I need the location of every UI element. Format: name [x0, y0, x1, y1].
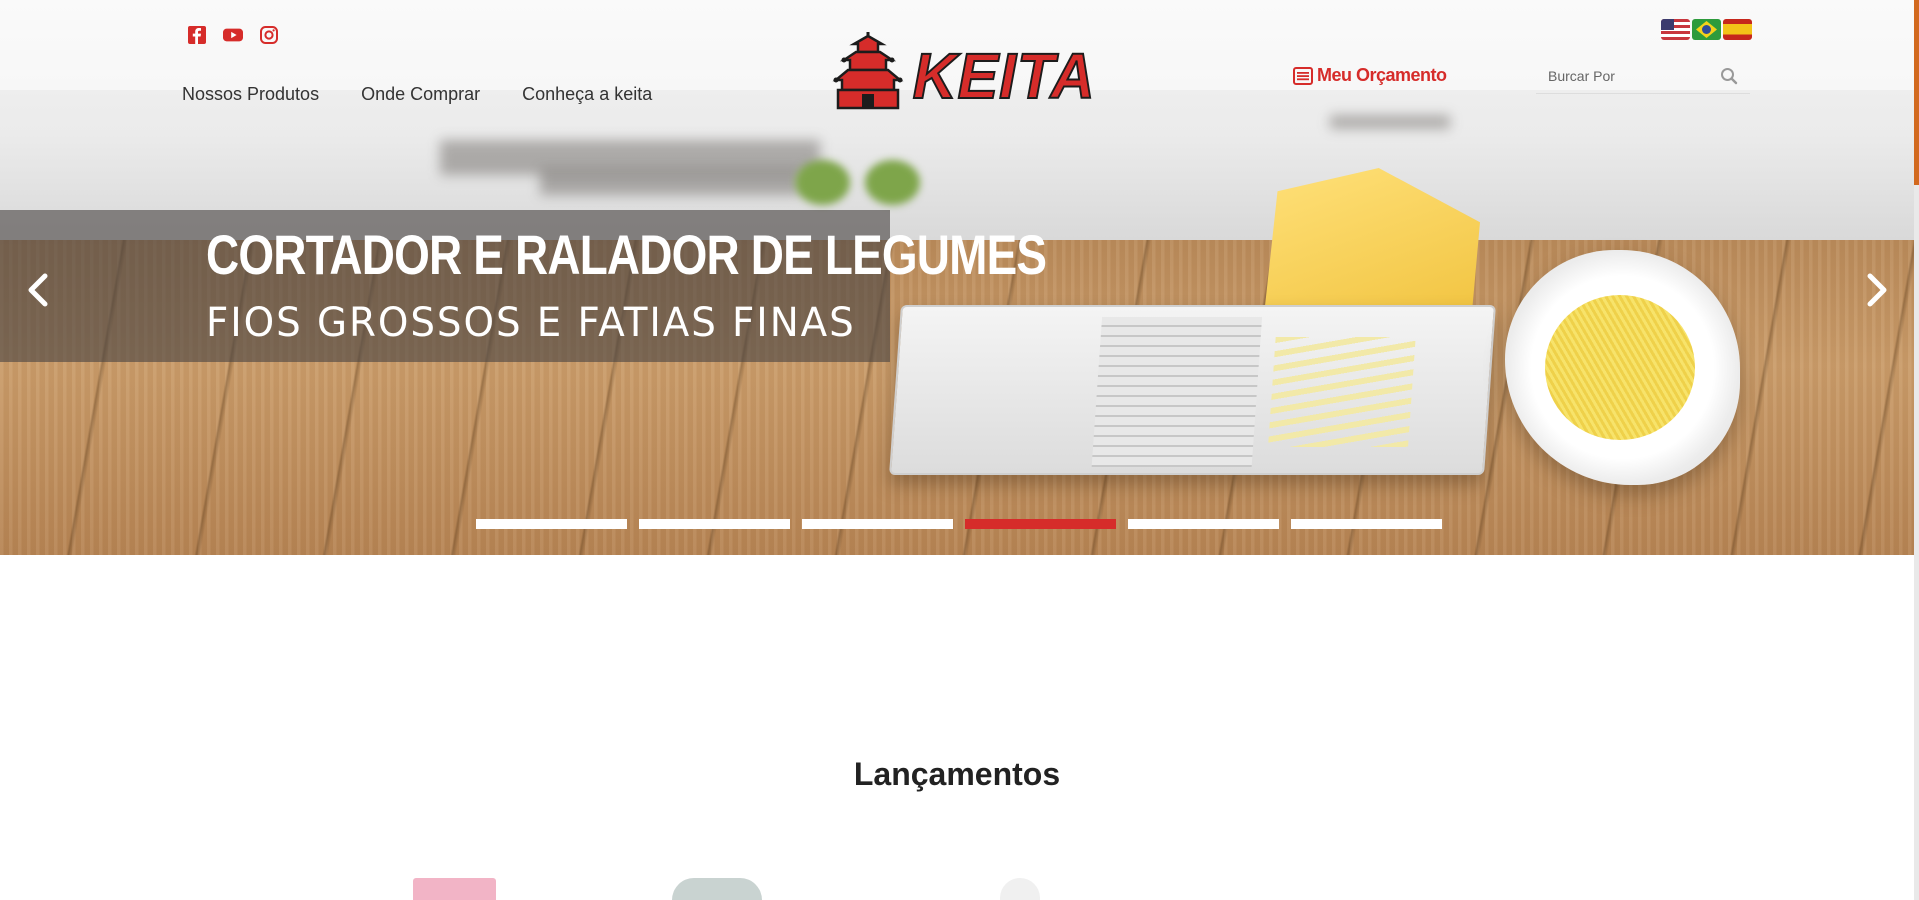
list-icon	[1293, 66, 1313, 85]
scrollbar-thumb[interactable]	[1914, 0, 1919, 185]
youtube-icon	[223, 28, 243, 42]
search-input[interactable]	[1536, 67, 1716, 84]
search-box	[1536, 58, 1750, 94]
banner-subtitle: FIOS GROSSOS E FATIAS FINAS	[206, 300, 856, 346]
youtube-link[interactable]	[222, 24, 244, 46]
flag-es-icon[interactable]	[1723, 19, 1752, 40]
facebook-icon	[188, 26, 206, 44]
chevron-left-icon	[28, 273, 48, 307]
carousel-indicator-6[interactable]	[1291, 519, 1442, 529]
carousel-indicator-2[interactable]	[639, 519, 790, 529]
product-thumbnail[interactable]	[672, 878, 762, 900]
carousel-indicator-5[interactable]	[1128, 519, 1279, 529]
nav-item-nossos-produtos[interactable]: Nossos Produtos	[182, 84, 319, 105]
banner-title: CORTADOR E RALADOR DE LEGUMES	[206, 223, 1047, 286]
carousel-indicator-3[interactable]	[802, 519, 953, 529]
carousel-indicator-1[interactable]	[476, 519, 627, 529]
nav-item-conheca-a-keita[interactable]: Conheça a keita	[522, 84, 652, 105]
instagram-icon	[260, 26, 278, 44]
keita-logo[interactable]: KEITA	[832, 30, 1100, 112]
product-thumbnail[interactable]	[413, 878, 496, 900]
carousel-prev-button[interactable]	[18, 266, 58, 314]
instagram-link[interactable]	[258, 24, 280, 46]
my-budget-link[interactable]: Meu Orçamento	[1293, 65, 1447, 86]
language-selector	[1661, 19, 1752, 40]
search-icon[interactable]	[1720, 67, 1738, 85]
slicer-image	[889, 305, 1496, 475]
facebook-link[interactable]	[186, 24, 208, 46]
social-links	[186, 24, 280, 46]
carousel-indicators	[476, 519, 1442, 529]
main-nav: Nossos Produtos Onde Comprar Conheça a k…	[182, 84, 652, 105]
nav-item-onde-comprar[interactable]: Onde Comprar	[361, 84, 480, 105]
carousel-indicator-4[interactable]	[965, 519, 1116, 529]
flag-br-icon[interactable]	[1692, 19, 1721, 40]
chevron-right-icon	[1867, 273, 1887, 307]
product-thumbnail[interactable]	[1000, 878, 1040, 900]
logo-wordmark: KEITA	[912, 40, 1096, 112]
flag-us-icon[interactable]	[1661, 19, 1690, 40]
carousel-next-button[interactable]	[1857, 266, 1897, 314]
section-title-launches: Lançamentos	[853, 756, 1061, 792]
pagoda-icon	[832, 32, 904, 110]
my-budget-label: Meu Orçamento	[1317, 65, 1447, 85]
